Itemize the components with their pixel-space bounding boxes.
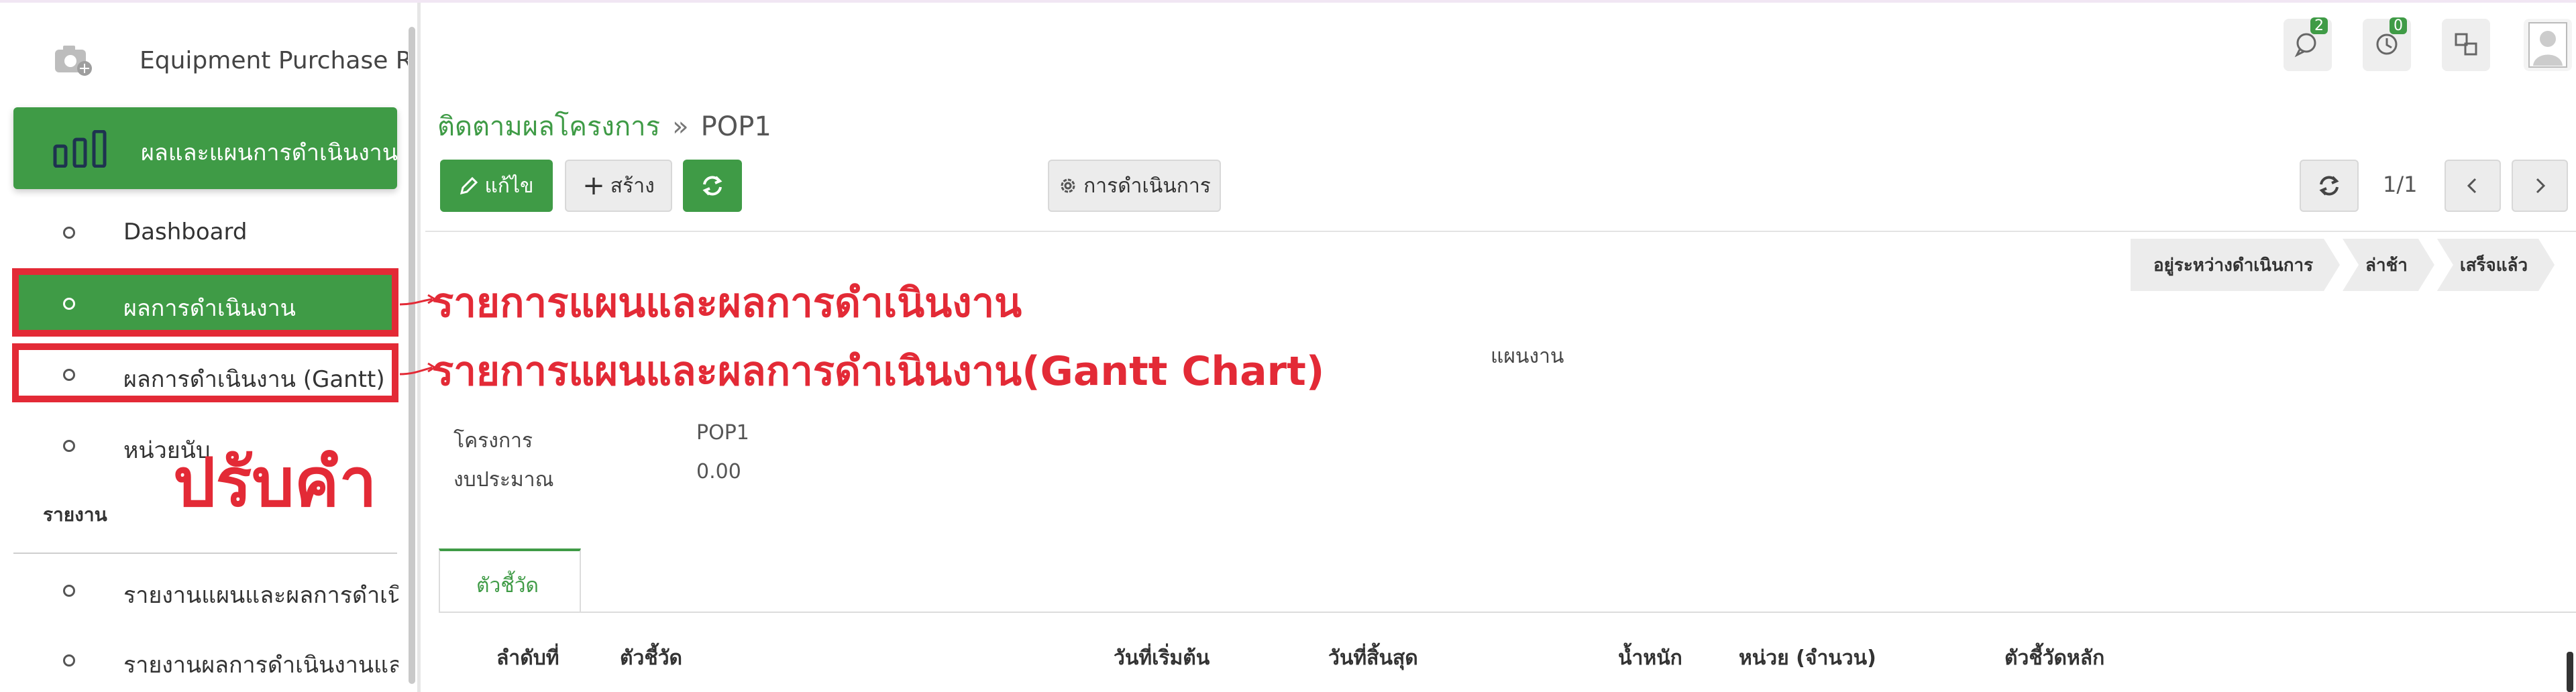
refresh-button[interactable]: [683, 160, 742, 212]
activity-button[interactable]: 0: [2363, 17, 2411, 71]
breadcrumb-current: POP1: [700, 111, 771, 142]
toolbar-divider: [425, 231, 2576, 232]
sidebar-item-dashboard[interactable]: Dashboard: [0, 203, 402, 264]
tab-indicators[interactable]: ตัวชี้วัด: [439, 549, 581, 613]
status-in-progress[interactable]: อยู่ระหว่างดำเนินการ: [2131, 239, 2340, 291]
circle-icon: [63, 440, 75, 452]
camera-add-icon: [55, 46, 92, 76]
circle-icon: [63, 227, 75, 239]
column-header-unit[interactable]: หน่วย (จำนวน): [1739, 642, 1876, 674]
annotation-results: รายการแผนและผลการดำเนินงาน: [432, 280, 1022, 327]
user-avatar[interactable]: [2524, 19, 2572, 71]
create-label: สร้าง: [610, 174, 655, 198]
plus-icon: +: [582, 170, 605, 201]
breadcrumb-parent[interactable]: ติดตามผลโครงการ: [437, 111, 660, 142]
switch-company-button[interactable]: [2442, 19, 2490, 71]
budget-label: งบประมาณ: [453, 468, 554, 492]
highlight-box-results: [12, 268, 398, 337]
pager-value[interactable]: 1/1: [2383, 172, 2418, 197]
project-label: โครงการ: [453, 429, 533, 453]
report-section-header: รายงาน: [43, 504, 107, 526]
column-header-weight[interactable]: น้ำหนัก: [1618, 642, 1682, 674]
refresh-icon: [702, 176, 722, 196]
breadcrumb-separator: »: [672, 111, 689, 142]
company-switch-icon: [2455, 33, 2477, 56]
app-name: Equipment Purchase Re: [140, 47, 408, 74]
column-header-indicator[interactable]: ตัวชี้วัด: [620, 642, 682, 674]
chat-badge: 2: [2310, 17, 2328, 34]
column-header-sequence[interactable]: ลำดับที่: [496, 642, 559, 674]
content-scrollbar[interactable]: [2567, 652, 2573, 692]
highlight-box-gantt: [12, 343, 398, 402]
pager-refresh-button[interactable]: [2300, 160, 2359, 212]
breadcrumb: ติดตามผลโครงการ » POP1: [437, 105, 771, 148]
status-delayed[interactable]: ล่าช้า: [2343, 239, 2434, 291]
sidebar-divider: [13, 553, 397, 554]
status-bar: อยู่ระหว่างดำเนินการ ล่าช้า เสร็จแล้ว: [2131, 239, 2557, 291]
column-header-main-indicator[interactable]: ตัวชี้วัดหลัก: [2004, 642, 2104, 674]
sidebar-item-label: รายงานผลการดำเนินงานและก: [123, 652, 398, 679]
circle-icon: [63, 585, 75, 597]
refresh-icon: [2319, 176, 2339, 196]
sidebar-section-plan-results[interactable]: ผลและแผนการดำเนินงาน: [13, 107, 398, 189]
chevron-left-icon: [2467, 178, 2477, 194]
tab-divider: [439, 612, 2576, 613]
pager-prev-button[interactable]: [2445, 160, 2501, 212]
chat-icon: [2294, 33, 2316, 58]
annotation-note: ปรับคำ: [173, 443, 377, 522]
action-label: การดำเนินการ: [1083, 174, 1211, 198]
bar-chart-icon: [53, 130, 107, 168]
chat-button[interactable]: 2: [2284, 17, 2332, 71]
sidebar-item-label: Dashboard: [123, 219, 248, 245]
sidebar-section-label: ผลและแผนการดำเนินงาน: [141, 139, 398, 166]
sidebar-item-report-plan[interactable]: รายงานแผนและผลการดำเนิน: [0, 561, 402, 622]
edit-label: แก้ไข: [484, 174, 534, 198]
plan-label: แผนงาน: [1491, 345, 1564, 368]
app-switcher[interactable]: Equipment Purchase Re: [0, 30, 409, 90]
annotation-gantt: รายการแผนและผลการดำเนินงาน(Gantt Chart): [432, 348, 1325, 395]
gear-icon: [1061, 178, 1075, 193]
avatar-icon: [2528, 22, 2567, 68]
column-header-end-date[interactable]: วันที่สิ้นสุด: [1328, 642, 1418, 674]
circle-icon: [63, 654, 75, 667]
sidebar-item-label: รายงานแผนและผลการดำเนิน: [123, 582, 398, 609]
tab-label: ตัวชี้วัด: [476, 574, 539, 597]
status-done[interactable]: เสร็จแล้ว: [2437, 239, 2555, 291]
create-button[interactable]: + สร้าง: [565, 160, 672, 212]
column-header-start-date[interactable]: วันที่เริ่มต้น: [1114, 642, 1210, 674]
budget-value: 0.00: [696, 460, 741, 483]
action-button[interactable]: การดำเนินการ: [1048, 160, 1221, 212]
sidebar-item-report-results[interactable]: รายงานผลการดำเนินงานและก: [0, 630, 402, 692]
chevron-right-icon: [2536, 178, 2546, 194]
edit-button[interactable]: แก้ไข: [440, 160, 553, 212]
activity-badge: 0: [2390, 17, 2407, 34]
pager-next-button[interactable]: [2512, 160, 2568, 212]
project-value: POP1: [696, 421, 749, 445]
clock-icon: [2376, 34, 2398, 55]
pencil-icon: [460, 176, 478, 195]
